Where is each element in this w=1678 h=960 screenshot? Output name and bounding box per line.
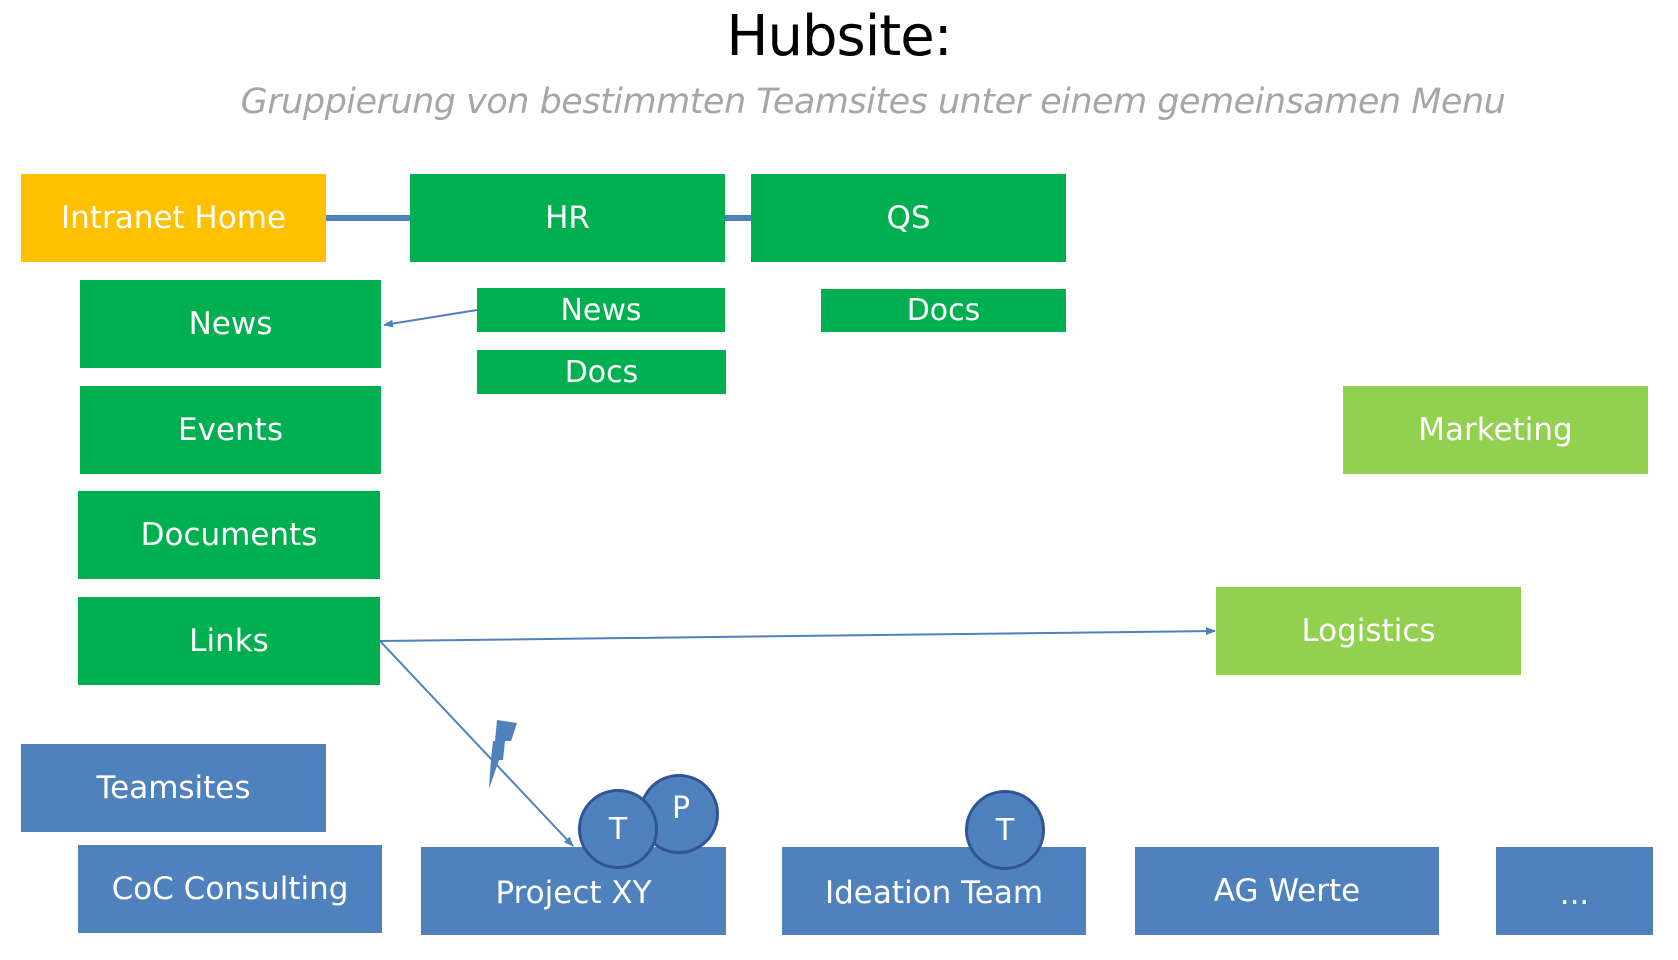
- arrow-links-to-project-xy: [379, 640, 574, 847]
- teamsites-header-label: Teamsites: [96, 770, 251, 806]
- arrow-hr-news-to-news: [383, 309, 478, 328]
- badge-t-project-xy: T: [578, 789, 658, 869]
- badge-t-ideation-team: T: [965, 790, 1045, 870]
- teamsites-header: Teamsites: [21, 744, 326, 832]
- site-hr-docs[interactable]: Docs: [477, 350, 726, 394]
- site-hr-news-label: News: [560, 292, 642, 328]
- teamsite-label: CoC Consulting: [111, 871, 349, 907]
- menu-item-news[interactable]: News: [80, 280, 381, 368]
- menu-item-events[interactable]: Events: [80, 386, 381, 474]
- teamsite-ag-werte[interactable]: AG Werte: [1135, 847, 1439, 935]
- site-hr-docs-label: Docs: [564, 354, 639, 390]
- menu-item-label: News: [188, 306, 273, 342]
- site-logistics[interactable]: Logistics: [1216, 587, 1521, 675]
- teamsite-coc-consulting[interactable]: CoC Consulting: [78, 845, 382, 933]
- menu-item-label: Documents: [140, 517, 318, 553]
- menu-item-documents[interactable]: Documents: [78, 491, 380, 579]
- badge-letter: P: [671, 790, 691, 826]
- diagram-subtitle: Gruppierung von bestimmten Teamsites unt…: [240, 82, 1506, 122]
- teamsite-project-xy[interactable]: Project XY: [421, 847, 726, 935]
- site-logistics-label: Logistics: [1301, 613, 1436, 649]
- hub-label: Intranet Home: [61, 200, 286, 236]
- site-qs[interactable]: QS: [751, 174, 1066, 262]
- menu-item-label: Events: [178, 412, 283, 448]
- hub-intranet-home[interactable]: Intranet Home: [21, 174, 326, 262]
- teamsite-label: Project XY: [495, 875, 652, 911]
- site-marketing[interactable]: Marketing: [1343, 386, 1648, 474]
- site-hr-label: HR: [545, 200, 590, 236]
- site-hr-news[interactable]: News: [477, 288, 725, 332]
- teamsite-label: ...: [1559, 876, 1590, 912]
- site-qs-docs-label: Docs: [906, 293, 981, 328]
- arrow-links-to-logistics: [379, 627, 1216, 642]
- site-marketing-label: Marketing: [1418, 412, 1573, 448]
- teamsite-label: Ideation Team: [824, 875, 1044, 911]
- badge-letter: T: [608, 811, 628, 847]
- lightning-bolt-icon: [489, 720, 517, 789]
- menu-item-label: Links: [189, 623, 269, 659]
- teamsite-label: AG Werte: [1213, 873, 1361, 909]
- teamsite-more[interactable]: ...: [1496, 847, 1653, 935]
- diagram-title: Hubsite:: [726, 4, 952, 69]
- site-qs-docs[interactable]: Docs: [821, 289, 1066, 332]
- site-qs-label: QS: [886, 200, 931, 236]
- site-hr[interactable]: HR: [410, 174, 725, 262]
- teamsite-ideation-team[interactable]: Ideation Team: [782, 847, 1086, 935]
- menu-item-links[interactable]: Links: [78, 597, 380, 685]
- badge-letter: T: [995, 812, 1015, 848]
